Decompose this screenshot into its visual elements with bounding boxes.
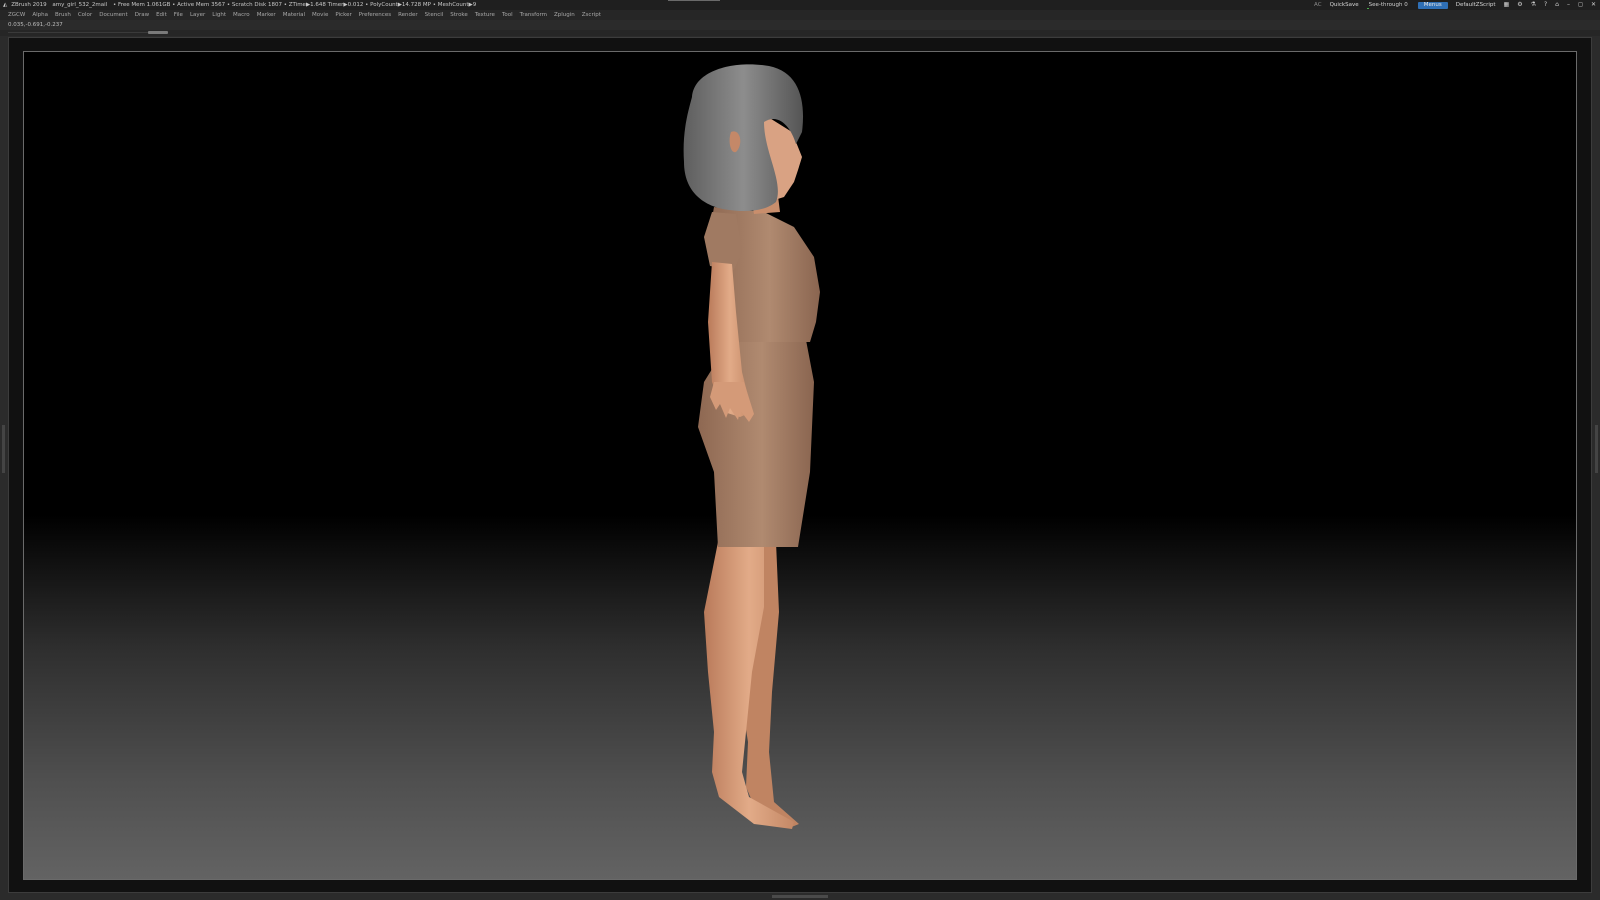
ui-layout-icon[interactable]: ⚙ <box>1517 0 1522 10</box>
title-bar: ◭ ZBrush 2019 amy_girl_532_2mail • Free M… <box>0 0 1600 10</box>
app-logo-icon: ◭ <box>3 2 8 8</box>
document-canvas[interactable] <box>8 37 1592 893</box>
see-through-fill <box>1366 8 1370 9</box>
bottom-tray-handle[interactable] <box>772 895 828 898</box>
menus-toggle-button[interactable]: Menus <box>1417 1 1448 9</box>
menu-picker[interactable]: Picker <box>335 10 351 20</box>
menu-render[interactable]: Render <box>398 10 418 20</box>
tray-track <box>8 32 148 33</box>
menu-tool[interactable]: Tool <box>502 10 513 20</box>
menu-light[interactable]: Light <box>212 10 226 20</box>
see-through-label: See-through 0 <box>1368 2 1408 8</box>
model-render <box>683 64 820 829</box>
quicksave-button[interactable]: QuickSave <box>1330 0 1359 10</box>
menu-stencil[interactable]: Stencil <box>425 10 444 20</box>
ac-button[interactable]: AC <box>1314 0 1322 10</box>
menu-texture[interactable]: Texture <box>475 10 495 20</box>
title-scroll-indicator[interactable] <box>668 0 720 1</box>
file-name: amy_girl_532_2mail <box>52 2 108 8</box>
close-icon[interactable]: ✕ <box>1591 0 1596 10</box>
maximize-icon[interactable]: ◻ <box>1578 0 1583 10</box>
memory-stats: • Free Mem 1.061GB • Active Mem 3567 • S… <box>112 2 477 8</box>
script-icon[interactable]: ⚗ <box>1531 0 1536 10</box>
model-sleeve <box>704 212 742 270</box>
default-zscript-button[interactable]: DefaultZScript <box>1456 0 1496 10</box>
menu-zscript[interactable]: Zscript <box>582 10 601 20</box>
title-info: ◭ ZBrush 2019 amy_girl_532_2mail • Free M… <box>3 0 480 10</box>
menu-document[interactable]: Document <box>99 10 128 20</box>
3d-viewport[interactable] <box>23 51 1577 880</box>
left-tray-handle[interactable] <box>2 425 5 473</box>
lock-icon[interactable]: ⌂ <box>1555 0 1559 10</box>
help-icon[interactable]: ? <box>1544 0 1547 10</box>
menu-alpha[interactable]: Alpha <box>32 10 48 20</box>
menu-file[interactable]: File <box>174 10 183 20</box>
menu-preferences[interactable]: Preferences <box>359 10 391 20</box>
menu-brush[interactable]: Brush <box>55 10 71 20</box>
tray-handle[interactable] <box>148 31 168 34</box>
menu-edit[interactable]: Edit <box>156 10 167 20</box>
menu-macro[interactable]: Macro <box>233 10 250 20</box>
menu-layer[interactable]: Layer <box>190 10 205 20</box>
app-name: ZBrush 2019 <box>11 2 47 8</box>
palette-layout-icon[interactable]: ▦ <box>1504 0 1510 10</box>
title-controls: AC QuickSave See-through 0 Menus Default… <box>1306 0 1596 10</box>
menu-draw[interactable]: Draw <box>135 10 149 20</box>
menu-bar: ZGCW Alpha Brush Color Document Draw Edit File L… <box>0 10 1600 20</box>
see-through-slider[interactable]: See-through 0 <box>1366 0 1410 10</box>
tray-strip <box>0 30 1600 36</box>
menu-marker[interactable]: Marker <box>257 10 276 20</box>
zbrush-window: ◭ ZBrush 2019 amy_girl_532_2mail • Free M… <box>0 0 1600 900</box>
minimize-icon[interactable]: – <box>1567 0 1570 10</box>
menu-material[interactable]: Material <box>283 10 305 20</box>
right-tray-handle[interactable] <box>1595 425 1598 473</box>
menu-transform[interactable]: Transform <box>520 10 547 20</box>
menu-movie[interactable]: Movie <box>312 10 328 20</box>
menu-stroke[interactable]: Stroke <box>450 10 468 20</box>
menu-zplugin[interactable]: Zplugin <box>554 10 575 20</box>
cursor-coordinates: 0.035,-0.691,-0.237 <box>8 22 63 28</box>
menu-zgcw[interactable]: ZGCW <box>8 10 25 20</box>
menu-items: ZGCW Alpha Brush Color Document Draw Edit File L… <box>8 10 608 20</box>
menu-color[interactable]: Color <box>78 10 92 20</box>
